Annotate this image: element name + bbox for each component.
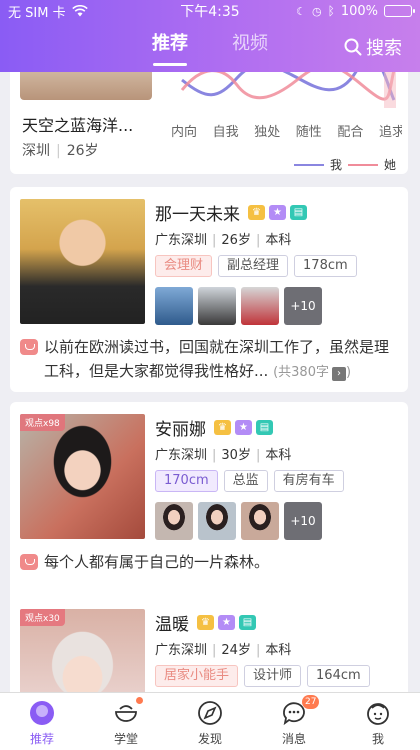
crown-icon: ♛: [214, 419, 231, 435]
chat-bubble-icon: [20, 339, 38, 355]
profile-bio[interactable]: 每个人都有属于自己的一片森林。: [20, 550, 398, 574]
profile-tags: 会理财 副总经理 178cm: [155, 255, 398, 277]
more-photos-button[interactable]: +10: [284, 287, 322, 325]
photo-thumbnail[interactable]: [155, 502, 193, 540]
bio-length: (共380字 ›): [273, 365, 352, 381]
search-icon: [344, 38, 362, 56]
tag: 有房有车: [273, 470, 344, 492]
profile-meta: 广东深圳 | 24岁 | 本科: [155, 643, 292, 658]
tag: 居家小能手: [155, 665, 239, 687]
nav-item-messages[interactable]: 27 消息: [252, 693, 336, 750]
nav-item-school[interactable]: 学堂: [84, 693, 168, 750]
star-icon: ★: [218, 614, 235, 630]
profile-photo[interactable]: 观点x98: [20, 414, 145, 539]
app-header: 无 SIM 卡 下午4:35 ☾ ◷ ᛒ 100% 推荐 视频 搜索: [0, 0, 420, 72]
compass-icon: [198, 701, 222, 725]
tag: 164cm: [307, 665, 370, 687]
profile-face-icon: [367, 703, 389, 725]
bottom-nav: 推荐 学堂 发现 27 消息 我: [0, 692, 420, 750]
bowl-icon: [115, 705, 137, 722]
tab-recommend[interactable]: 推荐: [130, 22, 210, 72]
more-photos-button[interactable]: +10: [284, 502, 322, 540]
tab-video[interactable]: 视频: [210, 22, 290, 72]
profile-meta: 深圳 | 26岁: [22, 143, 99, 159]
profile-card-partial[interactable]: 天空之蓝海洋... 深圳 | 26岁 内向 自我 独处 随性 配合 追求 我 她: [10, 72, 408, 174]
category-label: 内向: [171, 124, 197, 140]
photo-thumbnail[interactable]: [241, 287, 279, 325]
search-label: 搜索: [366, 38, 402, 59]
profile-city: 深圳: [22, 143, 50, 159]
profile-name: 温暖: [155, 614, 189, 635]
photo-thumbnail[interactable]: [155, 287, 193, 325]
tag: 总监: [223, 470, 268, 492]
top-tabs: 推荐 视频 搜索: [0, 22, 420, 72]
photo-thumbnail[interactable]: [198, 287, 236, 325]
search-button[interactable]: 搜索: [344, 22, 402, 72]
photo-thumbnail[interactable]: [198, 502, 236, 540]
profile-card[interactable]: 观点x30 温暖 ♛ ★ ▤ 广东深圳 | 24岁 | 本科 居家小能手 设计师 164…: [10, 597, 408, 692]
profile-card[interactable]: 那一天未来 ♛ ★ ▤ 广东深圳 | 26岁 | 本科 会理财 副总经理 178cm +…: [10, 187, 408, 392]
recommend-icon: [30, 701, 54, 725]
views-badge: 观点x30: [20, 609, 65, 626]
legend-me: 我: [329, 158, 342, 172]
status-time: 下午4:35: [180, 4, 240, 20]
profile-age: 26岁: [66, 143, 99, 159]
photo-thumbnail[interactable]: [241, 502, 279, 540]
bio-text: 每个人都有属于自己的一片森林。: [44, 553, 270, 571]
profile-tags: 170cm 总监 有房有车: [155, 470, 398, 492]
battery-icon: [384, 5, 415, 17]
status-bar: 无 SIM 卡 下午4:35 ☾ ◷ ᛒ 100%: [0, 0, 420, 22]
profile-card[interactable]: 观点x98 安丽娜 ♛ ★ ▤ 广东深圳 | 30岁 | 本科 170cm 总监 有房有…: [10, 402, 408, 607]
nav-item-discover[interactable]: 发现: [168, 693, 252, 750]
arrow-right-icon: ›: [331, 367, 346, 381]
profile-photo[interactable]: [20, 72, 152, 100]
photo-thumbnails: +10: [155, 287, 398, 325]
message-count-badge: 27: [302, 695, 320, 709]
category-label: 自我: [213, 125, 239, 140]
profile-tags: 居家小能手 设计师 164cm: [155, 665, 398, 687]
category-label: 追求: [379, 124, 402, 140]
chat-bubble-icon: [20, 554, 38, 570]
star-icon: ★: [235, 419, 252, 435]
legend-her: 她: [383, 158, 396, 172]
category-label: 配合: [337, 125, 363, 140]
id-card-icon: ▤: [239, 614, 256, 630]
views-badge: 观点x98: [20, 414, 65, 431]
tag: 设计师: [244, 665, 302, 687]
notification-dot: [136, 697, 143, 704]
profile-name: 那一天未来: [155, 204, 240, 225]
photo-thumbnails: +10: [155, 502, 398, 540]
tag: 副总经理: [218, 255, 289, 277]
id-card-icon: ▤: [290, 204, 307, 220]
profile-name: 天空之蓝海洋...: [22, 116, 134, 135]
profile-photo[interactable]: 观点x30: [20, 609, 145, 692]
bar-highlight: [384, 72, 396, 108]
tag: 会理财: [155, 255, 213, 277]
tag: 178cm: [294, 255, 357, 277]
profile-meta: 广东深圳 | 26岁 | 本科: [155, 233, 292, 248]
category-label: 独处: [254, 125, 280, 140]
crown-icon: ♛: [248, 204, 265, 220]
profile-meta: 广东深圳 | 30岁 | 本科: [155, 448, 292, 463]
star-icon: ★: [269, 204, 286, 220]
profile-feed[interactable]: 天空之蓝海洋... 深圳 | 26岁 内向 自我 独处 随性 配合 追求 我 她 那一天未来 …: [0, 72, 420, 692]
category-label: 随性: [296, 125, 322, 140]
chart-legend: 我 她: [293, 156, 396, 173]
crown-icon: ♛: [197, 614, 214, 630]
profile-photo[interactable]: [20, 199, 145, 324]
tag: 170cm: [155, 470, 218, 492]
id-card-icon: ▤: [256, 419, 273, 435]
profile-name: 安丽娜: [155, 419, 206, 440]
nav-item-recommend[interactable]: 推荐: [0, 693, 84, 750]
profile-bio[interactable]: 以前在欧洲读过书，回国就在深圳工作了，虽然是理工科，但是大家都觉得我性格好...…: [20, 335, 398, 385]
nav-item-me[interactable]: 我: [336, 693, 420, 750]
